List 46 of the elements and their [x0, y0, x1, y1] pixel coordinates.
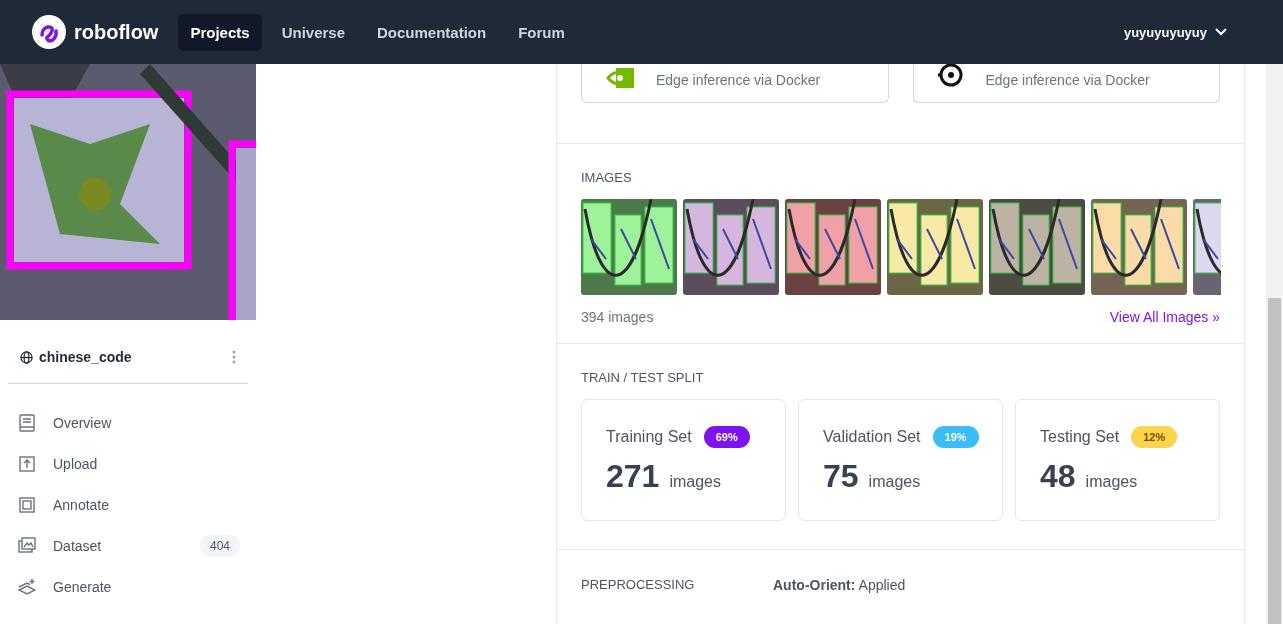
more-options-icon[interactable]: [232, 350, 236, 364]
globe-icon: [20, 350, 33, 364]
brand-name: roboflow: [74, 20, 159, 44]
count-badge: 404: [199, 534, 240, 557]
target-icon: [937, 62, 964, 88]
preprocessing-step: Auto-Orient: Applied: [773, 577, 906, 593]
deploy-card[interactable]: Edge inference via Docker: [912, 64, 1220, 103]
sidebar-item[interactable]: Generate: [18, 566, 240, 607]
sidebar-item[interactable]: Annotate: [18, 484, 240, 525]
nav-link[interactable]: Forum: [506, 13, 577, 51]
percent-badge: 19%: [932, 426, 979, 448]
nav-link[interactable]: Documentation: [365, 13, 499, 51]
images-icon: [18, 536, 36, 555]
deploy-subtitle: Edge inference via Docker: [985, 72, 1150, 88]
image-unit: images: [669, 473, 721, 491]
upload-icon: [18, 454, 36, 473]
book-icon: [18, 413, 36, 432]
logo-icon: [32, 15, 66, 49]
image-number: 271: [606, 458, 660, 495]
user-menu[interactable]: yuyuyuyuyuy: [1123, 24, 1207, 40]
sidebar-item[interactable]: Upload: [18, 443, 240, 484]
nav-link[interactable]: Projects: [178, 13, 262, 51]
set-name: Validation Set: [823, 428, 921, 446]
sidebar-item[interactable]: Overview: [18, 402, 240, 443]
project-name: chinese_code: [39, 349, 132, 365]
set-name: Testing Set: [1040, 428, 1120, 446]
deploy-subtitle: Edge inference via Docker: [656, 72, 821, 88]
chevron-down-icon[interactable]: [1215, 28, 1227, 36]
frame-icon: [18, 495, 36, 514]
set-name: Training Set: [606, 428, 692, 446]
scrollbar[interactable]: [1266, 64, 1283, 624]
section-heading: PREPROCESSING: [581, 577, 696, 592]
image-unit: images: [868, 473, 921, 491]
view-all-images-link[interactable]: View All Images »: [1109, 309, 1220, 325]
deploy-card[interactable]: Edge inference via Docker: [581, 64, 889, 103]
percent-badge: 12%: [1131, 426, 1178, 448]
section-heading: TRAIN / TEST SPLIT: [581, 370, 705, 385]
image-number: 75: [823, 458, 859, 495]
image-number: 48: [1040, 458, 1076, 495]
percent-badge: 69%: [703, 426, 750, 448]
layers-icon: [18, 577, 36, 596]
image-unit: images: [1085, 473, 1138, 491]
image-count: 394 images: [581, 309, 654, 325]
sidebar-item[interactable]: Dataset 404: [18, 525, 240, 566]
nav-link[interactable]: Universe: [269, 13, 357, 51]
section-heading: IMAGES: [581, 170, 633, 185]
